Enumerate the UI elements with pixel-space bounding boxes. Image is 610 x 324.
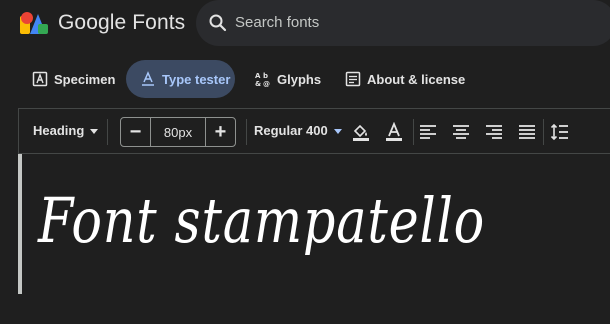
- toolbar-divider: [413, 119, 414, 145]
- align-center-icon[interactable]: [451, 122, 471, 142]
- type-tester-preview: Font stampatello: [18, 154, 610, 294]
- brand-name[interactable]: Google Fonts: [58, 11, 185, 35]
- tab-about-label: About & license: [367, 71, 466, 87]
- svg-text:@: @: [263, 80, 270, 87]
- style-select-value: Heading: [33, 123, 85, 138]
- align-justify-icon[interactable]: [517, 122, 537, 142]
- weight-select[interactable]: Regular 400: [254, 123, 342, 138]
- tab-specimen[interactable]: Specimen: [22, 60, 125, 98]
- decrease-size-button[interactable]: −: [121, 118, 151, 146]
- sample-text-editor[interactable]: Font stampatello: [38, 184, 485, 257]
- tab-type-tester-label: Type tester: [162, 71, 231, 87]
- toolbar-divider: [246, 119, 247, 145]
- style-select[interactable]: Heading: [33, 123, 99, 138]
- type-tester-toolbar: Heading − 80px + Regular 400: [18, 108, 610, 154]
- preview-focus-bar: [18, 154, 22, 294]
- chevron-down-icon: [333, 129, 342, 135]
- tab-glyphs-label: Glyphs: [277, 71, 322, 87]
- tab-bar: Specimen Type tester A b & @ Glyphs Abou…: [0, 58, 610, 102]
- text-color-icon[interactable]: [384, 122, 404, 142]
- align-right-icon[interactable]: [484, 122, 504, 142]
- tab-glyphs[interactable]: A b & @ Glyphs: [247, 60, 329, 98]
- weight-select-value: Regular 400: [254, 123, 328, 138]
- font-size-stepper[interactable]: − 80px +: [120, 117, 236, 147]
- toolbar-divider: [107, 119, 108, 145]
- line-height-icon[interactable]: [550, 122, 570, 142]
- glyphs-icon: A b & @: [255, 72, 270, 87]
- fill-color-icon[interactable]: [351, 122, 371, 142]
- search-bar[interactable]: Search fonts: [196, 0, 610, 46]
- align-left-icon[interactable]: [418, 122, 438, 142]
- svg-text:b: b: [263, 72, 268, 80]
- google-fonts-logo-icon[interactable]: [20, 12, 48, 36]
- tab-type-tester[interactable]: Type tester: [126, 60, 235, 98]
- svg-text:&: &: [255, 80, 261, 87]
- tab-about-license[interactable]: About & license: [337, 60, 473, 98]
- specimen-icon: [32, 71, 48, 87]
- chevron-down-icon: [90, 129, 99, 135]
- top-header: Google Fonts Search fonts: [0, 0, 610, 50]
- search-icon[interactable]: [208, 13, 228, 33]
- type-tester-icon: [142, 71, 154, 86]
- toolbar-divider: [543, 119, 544, 145]
- search-input[interactable]: Search fonts: [235, 14, 319, 31]
- font-size-input[interactable]: 80px: [151, 125, 205, 140]
- svg-text:A: A: [255, 72, 261, 80]
- tab-specimen-label: Specimen: [54, 71, 116, 87]
- increase-size-button[interactable]: +: [205, 118, 235, 146]
- about-icon: [345, 71, 361, 87]
